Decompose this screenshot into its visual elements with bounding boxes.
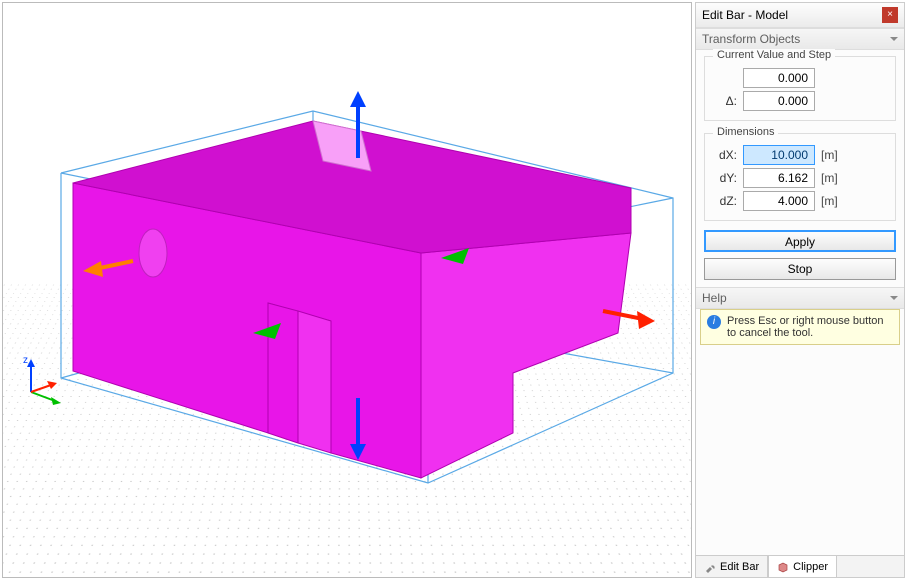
box-icon — [777, 561, 789, 573]
help-header-label: Help — [702, 291, 727, 305]
step-value-input[interactable] — [743, 91, 815, 111]
help-box: i Press Esc or right mouse button to can… — [700, 309, 900, 345]
tab-edit-bar-label: Edit Bar — [720, 561, 759, 573]
apply-button[interactable]: Apply — [704, 230, 896, 252]
panel-title-text: Edit Bar - Model — [702, 8, 788, 22]
current-value-group: Current Value and Step Δ: — [704, 56, 896, 121]
dx-input[interactable] — [743, 145, 815, 165]
edit-bar-panel: Edit Bar - Model × Transform Objects Cur… — [695, 2, 905, 578]
transform-header-label: Transform Objects — [702, 32, 800, 46]
axis-z-label: z — [23, 355, 28, 366]
dy-label: dY: — [711, 171, 737, 185]
tab-edit-bar[interactable]: Edit Bar — [696, 556, 768, 577]
dx-label: dX: — [711, 148, 737, 162]
help-section-header[interactable]: Help — [696, 287, 904, 309]
chevron-down-icon — [890, 37, 898, 41]
chevron-down-icon — [890, 296, 898, 300]
dimensions-group-title: Dimensions — [713, 126, 778, 138]
dy-unit: [m] — [821, 171, 838, 185]
help-text: Press Esc or right mouse button to cance… — [727, 315, 893, 339]
transform-section-header[interactable]: Transform Objects — [696, 28, 904, 50]
dz-input[interactable] — [743, 191, 815, 211]
dy-input[interactable] — [743, 168, 815, 188]
stop-button[interactable]: Stop — [704, 258, 896, 280]
tab-clipper-label: Clipper — [793, 561, 828, 573]
tab-clipper[interactable]: Clipper — [768, 555, 837, 577]
current-value-input[interactable] — [743, 68, 815, 88]
dx-unit: [m] — [821, 148, 838, 162]
bottom-tabs: Edit Bar Clipper — [696, 555, 904, 577]
dimensions-group: Dimensions dX: [m] dY: [m] dZ: [m] — [704, 133, 896, 221]
close-icon[interactable]: × — [882, 7, 898, 23]
panel-titlebar: Edit Bar - Model × — [696, 3, 904, 28]
axis-triad: z — [21, 357, 61, 397]
magenta-solid — [73, 121, 631, 478]
delta-label: Δ: — [711, 94, 737, 108]
dz-label: dZ: — [711, 194, 737, 208]
3d-viewport[interactable]: z — [2, 2, 692, 578]
current-group-title: Current Value and Step — [713, 49, 835, 61]
wrench-icon — [704, 561, 716, 573]
info-icon: i — [707, 315, 721, 329]
model-scene — [3, 3, 692, 578]
dz-unit: [m] — [821, 194, 838, 208]
